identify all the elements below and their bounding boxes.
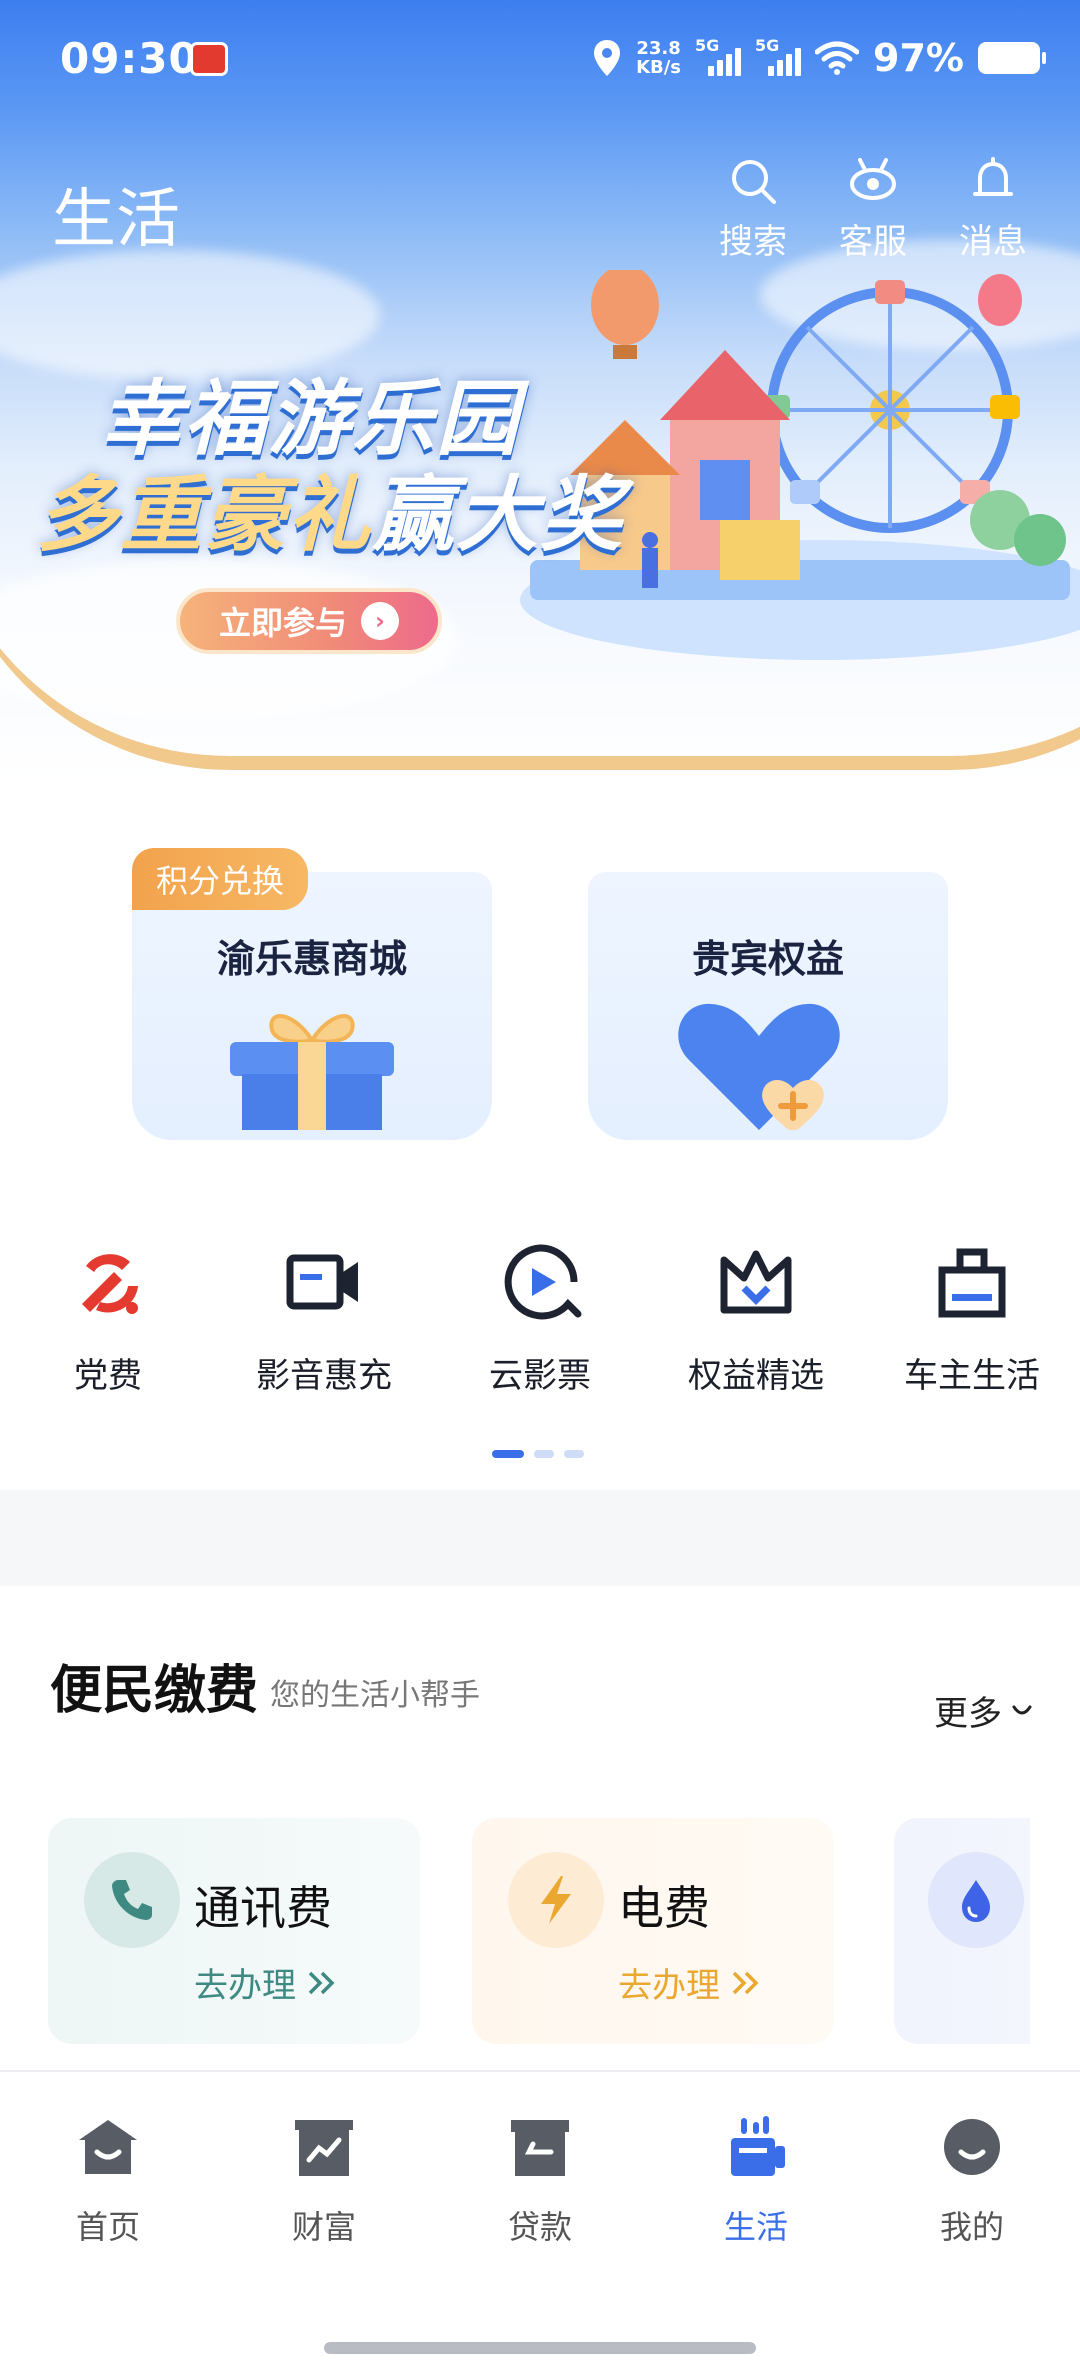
- life-icon: [731, 2116, 785, 2176]
- water-drop-icon: [928, 1852, 1024, 1948]
- go-label: 去办理: [194, 1966, 296, 2006]
- carousel-dot-active: [492, 1450, 524, 1458]
- carousel-dot: [564, 1450, 584, 1458]
- service-label: 影音惠充: [256, 1356, 392, 1396]
- party-emblem-icon: [82, 1254, 138, 1314]
- messages-button[interactable]: 消息: [952, 156, 1034, 263]
- header-actions: 搜索 客服 消息: [712, 156, 1034, 263]
- robot-icon: [850, 158, 896, 200]
- service-label: 车主生活: [904, 1356, 1040, 1396]
- carousel-indicator: [492, 1450, 584, 1458]
- service-label: 云影票: [489, 1356, 591, 1396]
- loan-icon: [511, 2120, 569, 2176]
- payments-title: 便民缴费: [50, 1661, 259, 1721]
- chevron-right-icon: ›: [361, 602, 399, 640]
- telecom-fee-action: 去办理: [194, 1958, 336, 2007]
- electricity-fee-card[interactable]: 电费 去办理: [472, 1818, 834, 2044]
- network-speed: 23.8 KB/s: [636, 39, 681, 77]
- points-exchange-badge: 积分兑换: [132, 848, 309, 910]
- nav-label: 首页: [75, 2208, 140, 2246]
- search-button[interactable]: 搜索: [712, 156, 794, 263]
- banner-subheadline-gold: 多重豪礼: [36, 468, 372, 563]
- signal-sim2: 5G: [755, 36, 802, 78]
- banner-subheadline: 多重豪礼赢大奖: [36, 448, 624, 567]
- play-circle-icon: [504, 1244, 582, 1320]
- chevron-down-icon: [1012, 1705, 1032, 1714]
- signal-bars-icon: [768, 48, 802, 76]
- heart-icon: [678, 1003, 840, 1130]
- double-chevron-right-icon: [308, 1971, 335, 1994]
- bag-icon: [938, 1248, 1006, 1318]
- service-label: 党费: [74, 1356, 142, 1396]
- wealth-icon: [295, 2120, 353, 2176]
- search-icon: [732, 160, 776, 204]
- mall-card[interactable]: 积分兑换 渝乐惠商城: [132, 848, 492, 1140]
- battery-percent: 97%: [873, 36, 964, 80]
- network-speed-value: 23.8: [636, 38, 681, 59]
- search-label: 搜索: [719, 222, 787, 262]
- more-label: 更多: [934, 1694, 1002, 1734]
- signal-sim1: 5G: [695, 36, 742, 78]
- service-party-fee[interactable]: 党费: [0, 1240, 216, 1397]
- crown-icon: [720, 1250, 792, 1314]
- electricity-fee-action: 去办理: [618, 1958, 760, 2007]
- wifi-icon: [815, 41, 860, 75]
- home-indicator[interactable]: [324, 2342, 756, 2354]
- service-benefits[interactable]: 权益精选: [648, 1240, 864, 1397]
- video-camera-icon: [286, 1254, 358, 1310]
- quick-services: 党费 影音惠充 云影票 权益精选 车主生活: [0, 1240, 1080, 1397]
- home-icon: [79, 2120, 137, 2174]
- signal-bars-icon: [708, 48, 742, 76]
- nav-loans[interactable]: 贷款: [432, 2112, 648, 2248]
- nav-label: 生活: [723, 2208, 788, 2246]
- more-link[interactable]: 更多: [934, 1686, 1034, 1735]
- water-fee-card[interactable]: [894, 1818, 1030, 2044]
- telecom-fee-name: 通讯费: [194, 1881, 332, 1935]
- mall-card-title: 渝乐惠商城: [216, 937, 407, 981]
- phone-icon: [84, 1852, 180, 1948]
- telecom-fee-card[interactable]: 通讯费 去办理: [48, 1818, 420, 2044]
- service-cloud-tickets[interactable]: 云影票: [432, 1240, 648, 1397]
- customer-service-button[interactable]: 客服: [832, 156, 914, 263]
- service-media-recharge[interactable]: 影音惠充: [216, 1240, 432, 1397]
- nav-wealth[interactable]: 财富: [216, 2112, 432, 2248]
- location-icon: [594, 40, 621, 76]
- page-title: 生活: [52, 183, 180, 257]
- vip-benefits-card[interactable]: 贵宾权益: [588, 872, 948, 1140]
- electricity-fee-name: 电费: [618, 1881, 710, 1935]
- hero-banner-area: 09:30 23.8 KB/s 5G 5G 97% 生活 搜索 客服 消息 幸福…: [0, 0, 1080, 780]
- customer-service-label: 客服: [839, 222, 907, 262]
- bell-icon: [973, 157, 1013, 196]
- status-bar: 09:30 23.8 KB/s 5G 5G 97%: [0, 0, 1080, 120]
- join-now-label: 立即参与: [218, 604, 347, 642]
- lightning-icon: [508, 1852, 604, 1948]
- nav-label: 财富: [291, 2208, 356, 2246]
- network-speed-unit: KB/s: [636, 57, 682, 78]
- battery-icon: [978, 42, 1046, 74]
- profile-icon: [944, 2119, 1000, 2175]
- service-label: 权益精选: [688, 1356, 824, 1396]
- nav-label: 我的: [939, 2208, 1004, 2246]
- join-now-button[interactable]: 立即参与 ›: [176, 588, 442, 654]
- carousel-dot: [534, 1450, 554, 1458]
- vip-benefits-title: 贵宾权益: [691, 937, 844, 981]
- nav-life[interactable]: 生活: [648, 2112, 864, 2248]
- double-chevron-right-icon: [732, 1971, 759, 1994]
- nav-home[interactable]: 首页: [0, 2112, 216, 2248]
- go-label: 去办理: [618, 1966, 720, 2006]
- messages-label: 消息: [959, 222, 1027, 262]
- service-car-owner[interactable]: 车主生活: [864, 1240, 1080, 1397]
- gift-icon: [230, 1014, 394, 1130]
- status-time: 09:30: [60, 34, 199, 83]
- app-notification-icon: [190, 42, 228, 76]
- banner-subheadline-white: 赢大奖: [372, 468, 624, 563]
- payments-subtitle: 您的生活小帮手: [270, 1678, 480, 1713]
- section-divider: [0, 1490, 1080, 1586]
- nav-label: 贷款: [507, 2208, 572, 2246]
- bottom-navigation: 首页 财富 贷款 生活 我的: [0, 2070, 1080, 2376]
- nav-profile[interactable]: 我的: [864, 2112, 1080, 2248]
